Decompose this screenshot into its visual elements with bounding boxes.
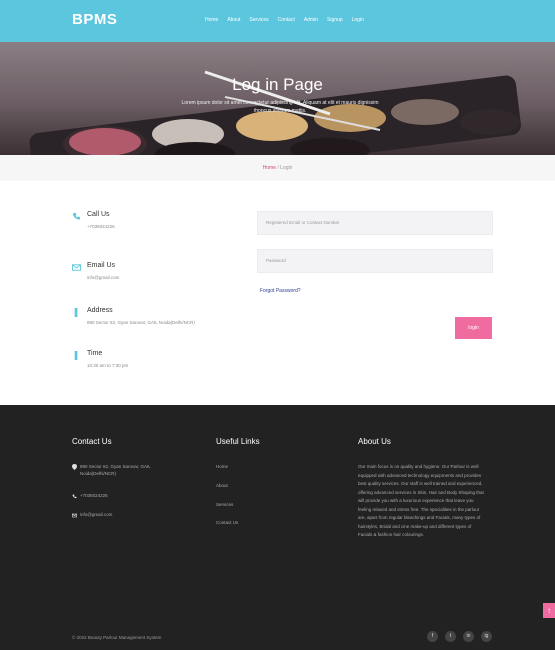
nav-about[interactable]: About	[227, 17, 240, 23]
footer-link-contact[interactable]: Contact Us	[216, 520, 238, 525]
top-navbar: BPMS Home About Services Contact Admin S…	[0, 0, 555, 42]
brand-logo[interactable]: BPMS	[72, 11, 117, 28]
back-to-top-button[interactable]: ↑	[543, 603, 555, 618]
map-marker-icon	[74, 308, 78, 317]
footer-links-title: Useful Links	[216, 437, 260, 446]
envelope-icon	[72, 264, 81, 271]
page-title: Log in Page	[232, 75, 323, 94]
call-label: Call Us	[87, 211, 110, 218]
hero-banner: Log in Page Lorem ipsum dolor sit amet c…	[0, 42, 555, 155]
email-value: info@gmail.com	[87, 275, 120, 280]
phone-icon	[72, 494, 77, 499]
breadcrumb: Home / Login	[0, 155, 555, 181]
phone-icon	[72, 212, 81, 220]
footer-link-home[interactable]: Home	[216, 464, 228, 469]
email-or-phone-input[interactable]: Registered Email or Contact Number	[257, 211, 493, 235]
breadcrumb-home[interactable]: Home	[263, 165, 276, 171]
footer-address: 890 Sector 62, Gyan Sarovar, GAIL Noida(…	[80, 464, 151, 476]
password-input[interactable]: Password	[257, 249, 493, 273]
nav-admin[interactable]: Admin	[304, 17, 318, 23]
main-nav: Home About Services Contact Admin Signup…	[205, 17, 364, 23]
email-icon	[72, 513, 77, 518]
nav-services[interactable]: Services	[249, 17, 268, 23]
breadcrumb-separator: /	[277, 165, 279, 171]
linkedin-icon[interactable]: in	[463, 631, 474, 642]
email-label: Email Us	[87, 262, 116, 269]
address-label: Address	[87, 307, 113, 314]
location-icon	[72, 464, 77, 470]
facebook-icon[interactable]: f	[427, 631, 438, 642]
footer-about-text: Our main focus is on quality and hygiene…	[358, 464, 484, 537]
footer-about-title: About Us	[358, 437, 391, 446]
clock-icon	[74, 351, 78, 360]
time-label: Time	[87, 350, 103, 357]
forgot-password-link[interactable]: Forgot Password?	[260, 288, 301, 294]
hero-subtitle: Lorem ipsum dolor sit amet consectetur a…	[181, 100, 379, 114]
footer-phone: +7036024226	[80, 493, 108, 498]
footer-link-about[interactable]: About	[216, 483, 228, 488]
nav-contact[interactable]: Contact	[278, 17, 295, 23]
footer-link-services[interactable]: Services	[216, 502, 233, 507]
nav-home[interactable]: Home	[205, 17, 218, 23]
copyright-text: © 2022 Beauty Parlour Management System	[72, 635, 162, 640]
instagram-icon[interactable]: ig	[481, 631, 492, 642]
call-value: +7036024226	[87, 224, 115, 229]
address-value: 890 Sector 62, Gyan Sarovar, GAIL Noida(…	[87, 320, 195, 325]
footer: Contact Us 890 Sector 62, Gyan Sarovar, …	[0, 405, 555, 650]
footer-contact-title: Contact Us	[72, 437, 112, 446]
nav-signup[interactable]: Signup	[327, 17, 343, 23]
login-button[interactable]: login	[455, 317, 492, 339]
time-value: 10:30 am to 7:30 pm	[87, 363, 129, 368]
nav-login[interactable]: Login	[352, 17, 364, 23]
footer-email: info@gmail.com	[80, 512, 113, 517]
twitter-icon[interactable]: t	[445, 631, 456, 642]
breadcrumb-current: Login	[280, 165, 293, 171]
